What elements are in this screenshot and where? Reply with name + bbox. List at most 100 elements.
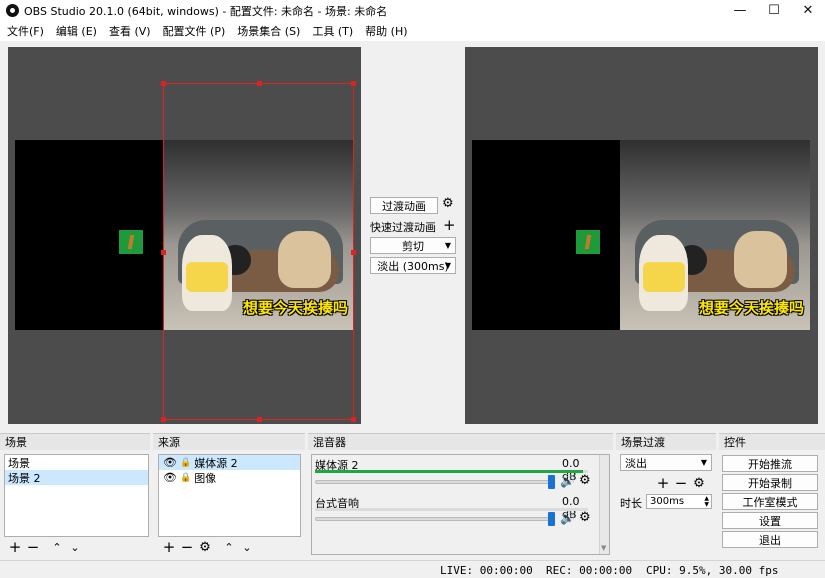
image-source-thumbnail <box>119 230 143 254</box>
remove-icon[interactable]: − <box>674 474 688 492</box>
exit-button[interactable]: 退出 <box>722 531 818 548</box>
move-up-icon[interactable]: ⌃ <box>50 541 64 554</box>
sources-list[interactable]: 👁 🔒 媒体源 2 👁 🔒 图像 <box>158 454 301 537</box>
remove-icon[interactable]: − <box>26 538 40 556</box>
controls-dock-header: 控件 <box>719 433 825 450</box>
start-streaming-button[interactable]: 开始推流 <box>722 455 818 472</box>
scenes-dock-header: 场景 <box>0 433 150 450</box>
resize-handle[interactable] <box>161 250 166 255</box>
volume-meter <box>315 508 588 511</box>
transition-gear-icon[interactable]: ⚙ <box>442 196 454 211</box>
settings-button[interactable]: 设置 <box>722 512 818 529</box>
duration-value: 300ms <box>650 496 685 507</box>
scene-transition-select[interactable]: 淡出 ▼ <box>620 454 712 471</box>
chevron-down-icon: ▼ <box>700 458 707 467</box>
add-quick-transition-icon[interactable]: + <box>443 216 456 234</box>
menu-bar: 文件(F) 编辑 (E) 查看 (V) 配置文件 (P) 场景集合 (S) 工具… <box>0 21 825 41</box>
cut-transition-select[interactable]: 剪切 ▼ <box>370 237 456 254</box>
resize-handle[interactable] <box>257 417 262 422</box>
gear-icon[interactable]: ⚙ <box>579 473 591 488</box>
window-controls: — ☐ ✕ <box>723 0 825 21</box>
lock-icon[interactable]: 🔒 <box>180 458 191 468</box>
work-area: 想要今天挨揍吗 过渡动画 ⚙ 快速过渡动画 + 剪切 ▼ 淡出 (300ms) … <box>0 41 825 433</box>
video-caption: 想要今天挨揍吗 <box>698 299 804 317</box>
volume-meter <box>315 470 588 473</box>
list-item[interactable]: 场景 2 <box>5 470 148 485</box>
volume-slider-handle[interactable] <box>548 512 555 526</box>
list-item[interactable]: 👁 🔒 图像 <box>159 470 300 485</box>
mixer-scrollbar[interactable]: ▼ <box>599 455 609 554</box>
move-down-icon[interactable]: ⌄ <box>68 541 82 554</box>
volume-slider[interactable] <box>315 480 555 484</box>
scene-transition-dock-header: 场景过渡 <box>616 433 716 450</box>
resize-handle[interactable] <box>351 250 356 255</box>
program-canvas: 想要今天挨揍吗 <box>465 47 818 424</box>
spin-arrows-icon[interactable]: ▲ ▼ <box>704 495 709 508</box>
gear-icon[interactable]: ⚙ <box>692 476 706 491</box>
eye-icon[interactable]: 👁 <box>163 471 177 484</box>
chevron-down-icon: ▼ <box>444 241 451 250</box>
minimize-button[interactable]: — <box>723 0 757 21</box>
move-up-icon[interactable]: ⌃ <box>222 541 236 554</box>
studio-mode-button[interactable]: 工作室模式 <box>722 493 818 510</box>
transition-button[interactable]: 过渡动画 <box>370 197 438 214</box>
resize-handle[interactable] <box>161 417 166 422</box>
list-item[interactable]: 场景 <box>5 455 148 470</box>
volume-meter-fill <box>315 470 583 473</box>
preview-canvas[interactable]: 想要今天挨揍吗 <box>8 47 361 424</box>
menu-file[interactable]: 文件(F) <box>3 23 48 39</box>
window-title: OBS Studio 20.1.0 (64bit, windows) - 配置文… <box>24 4 388 18</box>
volume-slider[interactable] <box>315 517 555 521</box>
resize-handle[interactable] <box>161 81 166 86</box>
start-recording-button[interactable]: 开始录制 <box>722 474 818 491</box>
mixer-dock-header: 混音器 <box>308 433 613 450</box>
menu-tools[interactable]: 工具 (T) <box>308 23 357 39</box>
resize-handle[interactable] <box>351 81 356 86</box>
sources-toolbar: + − ⚙ ⌃ ⌄ <box>162 538 258 556</box>
scroll-down-icon[interactable]: ▼ <box>601 544 606 552</box>
speaker-icon[interactable]: 🔊 <box>560 474 575 488</box>
add-icon[interactable]: + <box>162 538 176 556</box>
menu-edit[interactable]: 编辑 (E) <box>52 23 101 39</box>
menu-scene-collection[interactable]: 场景集合 (S) <box>233 23 304 39</box>
source-name: 图像 <box>194 471 217 485</box>
close-button[interactable]: ✕ <box>791 0 825 21</box>
scene-transition-toolbar: + − ⚙ <box>656 474 710 492</box>
rec-timer: REC: 00:00:00 <box>546 564 633 577</box>
move-down-icon[interactable]: ⌄ <box>240 541 254 554</box>
add-icon[interactable]: + <box>8 538 22 556</box>
status-bar: LIVE: 00:00:00 REC: 00:00:00 CPU: 9.5%, … <box>0 560 825 578</box>
remove-icon[interactable]: − <box>180 538 194 556</box>
speaker-icon[interactable]: 🔊 <box>560 511 575 525</box>
list-item[interactable]: 👁 🔒 媒体源 2 <box>159 455 300 470</box>
cut-transition-label: 剪切 <box>402 239 424 253</box>
scene-transition-label: 淡出 <box>625 456 647 470</box>
live-timer: LIVE: 00:00:00 <box>440 564 533 577</box>
maximize-button[interactable]: ☐ <box>757 0 791 21</box>
scenes-toolbar: + − ⌃ ⌄ <box>8 538 86 556</box>
source-selection-box[interactable] <box>161 81 356 422</box>
menu-view[interactable]: 查看 (V) <box>105 23 155 39</box>
obs-logo-icon <box>6 4 19 17</box>
fade-transition-label: 淡出 (300ms) <box>377 259 449 273</box>
menu-help[interactable]: 帮助 (H) <box>361 23 411 39</box>
quick-transition-label: 快速过渡动画 <box>370 221 436 234</box>
scenes-list[interactable]: 场景 场景 2 <box>4 454 149 537</box>
source-name: 媒体源 2 <box>194 456 238 470</box>
media-source-frame: 想要今天挨揍吗 <box>620 140 810 330</box>
gear-icon[interactable]: ⚙ <box>579 510 591 525</box>
chevron-down-icon: ▼ <box>444 261 451 270</box>
menu-profile[interactable]: 配置文件 (P) <box>159 23 230 39</box>
add-icon[interactable]: + <box>656 474 670 492</box>
eye-icon[interactable]: 👁 <box>163 456 177 469</box>
resize-handle[interactable] <box>257 81 262 86</box>
duration-spinbox[interactable]: 300ms ▲ ▼ <box>646 494 712 509</box>
sources-dock-header: 来源 <box>153 433 305 450</box>
fade-transition-select[interactable]: 淡出 (300ms) ▼ <box>370 257 456 274</box>
gear-icon[interactable]: ⚙ <box>198 540 212 555</box>
lock-icon[interactable]: 🔒 <box>180 473 191 483</box>
duration-label: 时长 <box>620 497 642 510</box>
resize-handle[interactable] <box>351 417 356 422</box>
title-bar: OBS Studio 20.1.0 (64bit, windows) - 配置文… <box>0 0 825 21</box>
volume-slider-handle[interactable] <box>548 475 555 489</box>
